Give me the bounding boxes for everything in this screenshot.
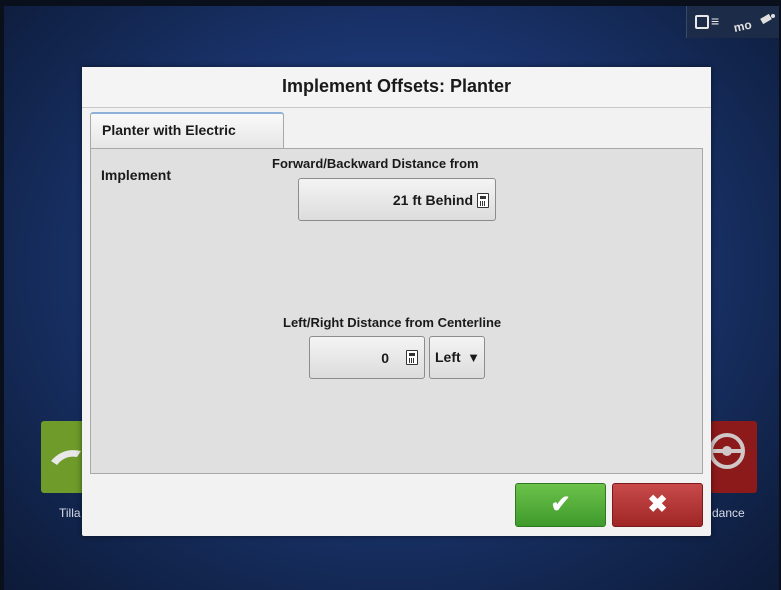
close-icon: ✖ (647, 491, 668, 518)
gps-signal-icon: mo (733, 13, 775, 32)
steering-wheel-icon (709, 433, 745, 469)
left-right-direction-select[interactable]: Left ▼ (429, 336, 485, 379)
left-right-label: Left/Right Distance from Centerline (283, 315, 502, 330)
cancel-button[interactable]: ✖ (612, 483, 703, 527)
left-right-value: 0 (381, 350, 389, 366)
dialog-title: Implement Offsets: Planter (82, 67, 711, 108)
calculator-icon (477, 193, 489, 208)
forward-backward-label: Forward/Backward Distance from (272, 156, 479, 171)
tab-panel: Implement Forward/Backward Distance from… (90, 148, 703, 474)
tab-planter-with-electric[interactable]: Planter with Electric (90, 112, 284, 148)
tillage-app-label: Tilla (59, 506, 81, 520)
status-indicators[interactable]: ≡ mo (686, 6, 779, 38)
guidance-app-tile[interactable] (709, 421, 757, 493)
tillage-app-tile[interactable] (41, 421, 86, 493)
tillage-icon (51, 450, 81, 465)
svg-text:mo: mo (733, 18, 753, 32)
direction-value: Left (435, 349, 461, 365)
ok-button[interactable]: ✔ (515, 483, 606, 527)
machine-lines-icon: ≡ (711, 13, 720, 29)
forward-backward-distance-button[interactable]: 21 ft Behind (298, 178, 496, 221)
forward-backward-value: 21 ft Behind (392, 192, 473, 208)
machine-icon (695, 15, 709, 29)
implement-offsets-dialog: Implement Offsets: Planter Planter with … (82, 67, 711, 536)
section-label-implement: Implement (101, 167, 172, 183)
calculator-icon (406, 350, 418, 365)
checkmark-icon: ✔ (550, 491, 571, 518)
chevron-down-icon: ▼ (467, 350, 480, 365)
guidance-app-label: dance (712, 506, 745, 520)
left-right-distance-button[interactable]: 0 (309, 336, 425, 379)
